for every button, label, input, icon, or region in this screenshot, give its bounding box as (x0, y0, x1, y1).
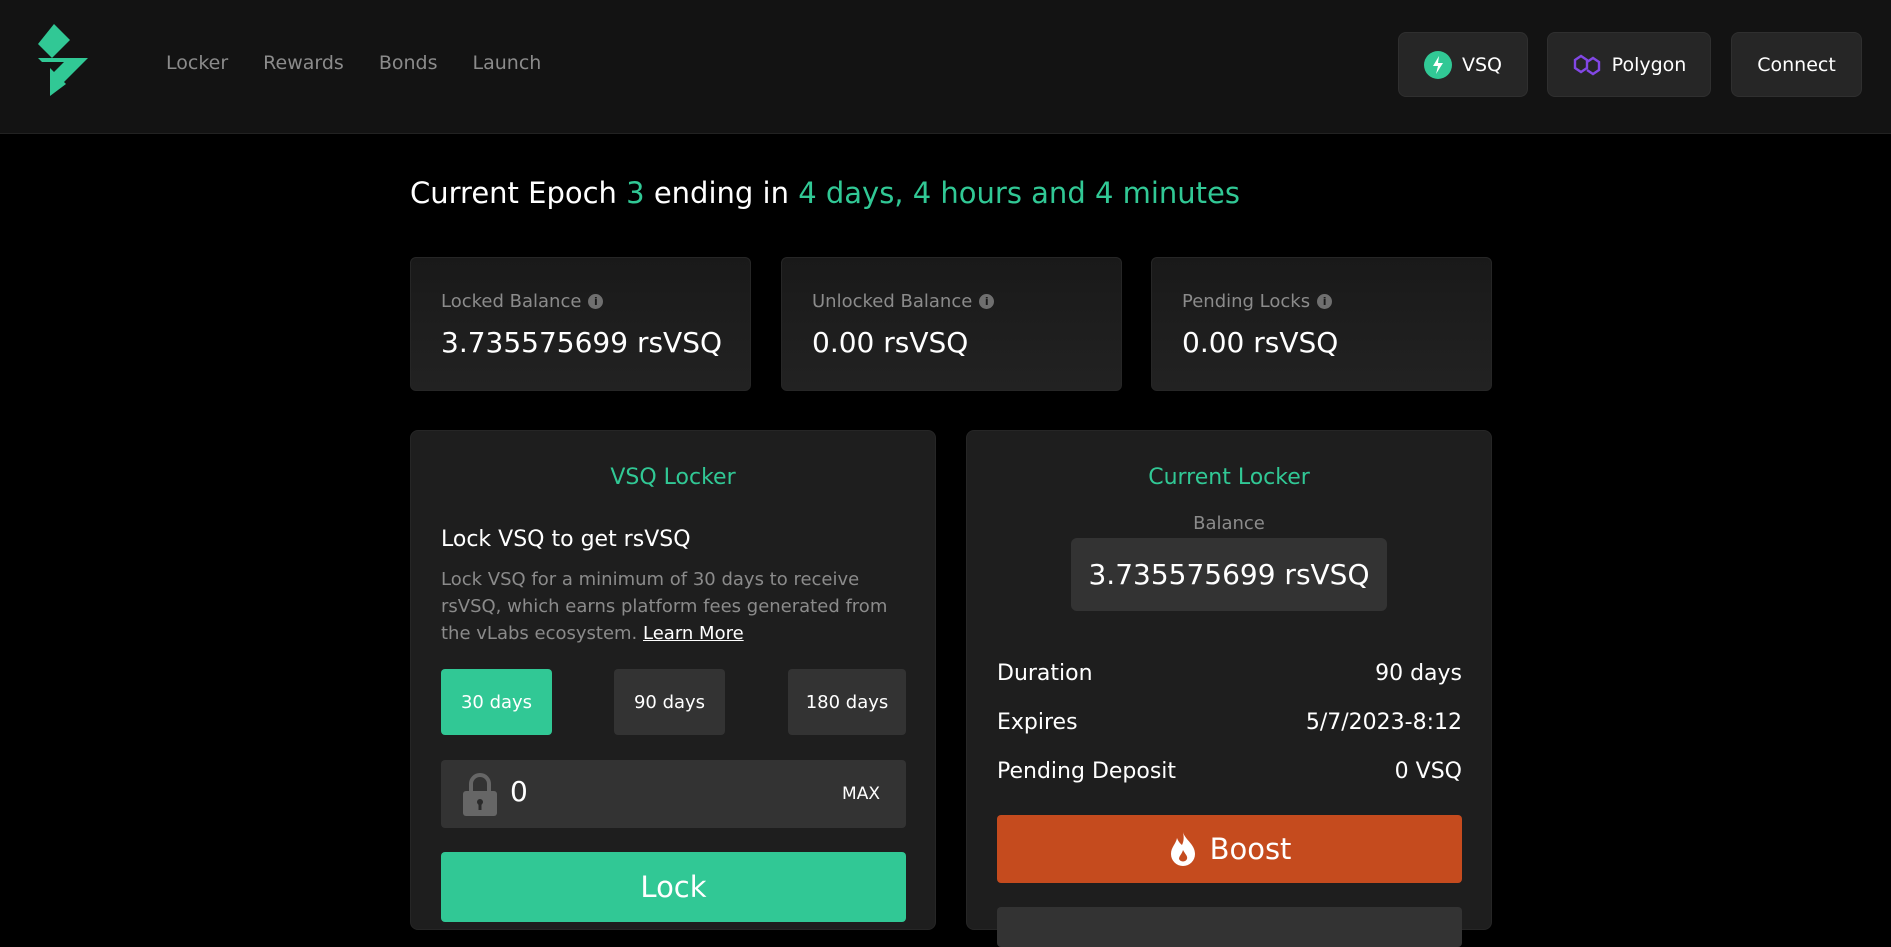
stat-label: Pending Locks i (1182, 291, 1333, 312)
vsq-token-label: VSQ (1461, 53, 1502, 76)
expires-value: 5/7/2023-8:12 (1305, 710, 1462, 735)
epoch-status: Current Epoch 3 ending in 4 days, 4 hour… (410, 176, 1240, 210)
current-balance-value: 3.735575699 rsVSQ (1071, 538, 1387, 611)
info-icon[interactable]: i (979, 294, 995, 309)
duration-90-days-button[interactable]: 90 days (614, 669, 725, 735)
polygon-icon (1573, 54, 1600, 75)
pending-deposit-label: Pending Deposit (997, 759, 1177, 784)
expires-label: Expires (997, 710, 1078, 735)
nav-item-bonds[interactable]: Bonds (379, 52, 438, 74)
duration-label: Duration (997, 661, 1093, 686)
pending-deposit-row: Pending Deposit 0 VSQ (997, 759, 1462, 784)
learn-more-link[interactable]: Learn More (643, 623, 744, 644)
pending-locks-value: 0.00 rsVSQ (1182, 326, 1339, 359)
stat-label: Unlocked Balance i (812, 291, 995, 312)
lock-amount-input[interactable]: 0 MAX (441, 760, 906, 828)
pending-deposit-value: 0 VSQ (1394, 759, 1462, 784)
main-nav: Locker Rewards Bonds Launch (166, 52, 541, 74)
vsq-token-button[interactable]: VSQ (1398, 32, 1528, 97)
nav-item-locker[interactable]: Locker (166, 52, 228, 74)
epoch-number: 3 (626, 176, 645, 210)
nav-item-launch[interactable]: Launch (473, 52, 542, 74)
epoch-prefix: Current Epoch (410, 176, 617, 210)
lock-description: Lock VSQ for a minimum of 30 days to rec… (441, 566, 901, 647)
vsq-token-icon (1423, 50, 1452, 79)
bolt-logo-icon[interactable] (36, 24, 90, 96)
padlock-icon (463, 773, 497, 816)
vsq-locker-card: VSQ Locker Lock VSQ to get rsVSQ Lock VS… (410, 430, 936, 930)
info-icon[interactable]: i (1317, 294, 1333, 309)
expires-row: Expires 5/7/2023-8:12 (997, 710, 1462, 735)
unlocked-balance-value: 0.00 rsVSQ (812, 326, 969, 359)
duration-180-days-button[interactable]: 180 days (788, 669, 906, 735)
connect-wallet-button[interactable]: Connect (1731, 32, 1862, 97)
boost-button[interactable]: Boost (997, 815, 1462, 883)
max-button[interactable]: MAX (842, 784, 880, 804)
duration-30-days-button[interactable]: 30 days (441, 669, 552, 735)
duration-row: Duration 90 days (997, 661, 1462, 686)
stat-label: Locked Balance i (441, 291, 604, 312)
unlocked-balance-card: Unlocked Balance i 0.00 rsVSQ (781, 257, 1122, 391)
nav-item-rewards[interactable]: Rewards (263, 52, 344, 74)
flame-icon (1170, 832, 1195, 866)
locked-balance-card: Locked Balance i 3.735575699 rsVSQ (410, 257, 751, 391)
secondary-action-button[interactable] (997, 907, 1462, 947)
locked-balance-value: 3.735575699 rsVSQ (441, 326, 723, 359)
network-button[interactable]: Polygon (1547, 32, 1711, 97)
info-icon[interactable]: i (588, 294, 604, 309)
network-label: Polygon (1611, 53, 1687, 76)
lock-heading: Lock VSQ to get rsVSQ (441, 527, 691, 552)
duration-value: 90 days (1375, 661, 1462, 686)
vsq-locker-title: VSQ Locker (610, 465, 736, 490)
boost-label: Boost (1209, 832, 1292, 866)
current-locker-card: Current Locker Balance 3.735575699 rsVSQ… (966, 430, 1492, 947)
current-locker-title: Current Locker (1148, 465, 1310, 490)
pending-locks-label: Pending Locks (1182, 291, 1311, 312)
epoch-middle: ending in (653, 176, 789, 210)
pending-locks-card: Pending Locks i 0.00 rsVSQ (1151, 257, 1492, 391)
locked-balance-label: Locked Balance (441, 291, 582, 312)
lock-button[interactable]: Lock (441, 852, 906, 922)
top-navigation-bar: Locker Rewards Bonds Launch VSQ Polygon … (0, 0, 1891, 134)
balance-label: Balance (1193, 513, 1265, 534)
unlocked-balance-label: Unlocked Balance (812, 291, 973, 312)
epoch-remaining: 4 days, 4 hours and 4 minutes (798, 176, 1240, 210)
lock-amount-value[interactable]: 0 (510, 775, 528, 808)
